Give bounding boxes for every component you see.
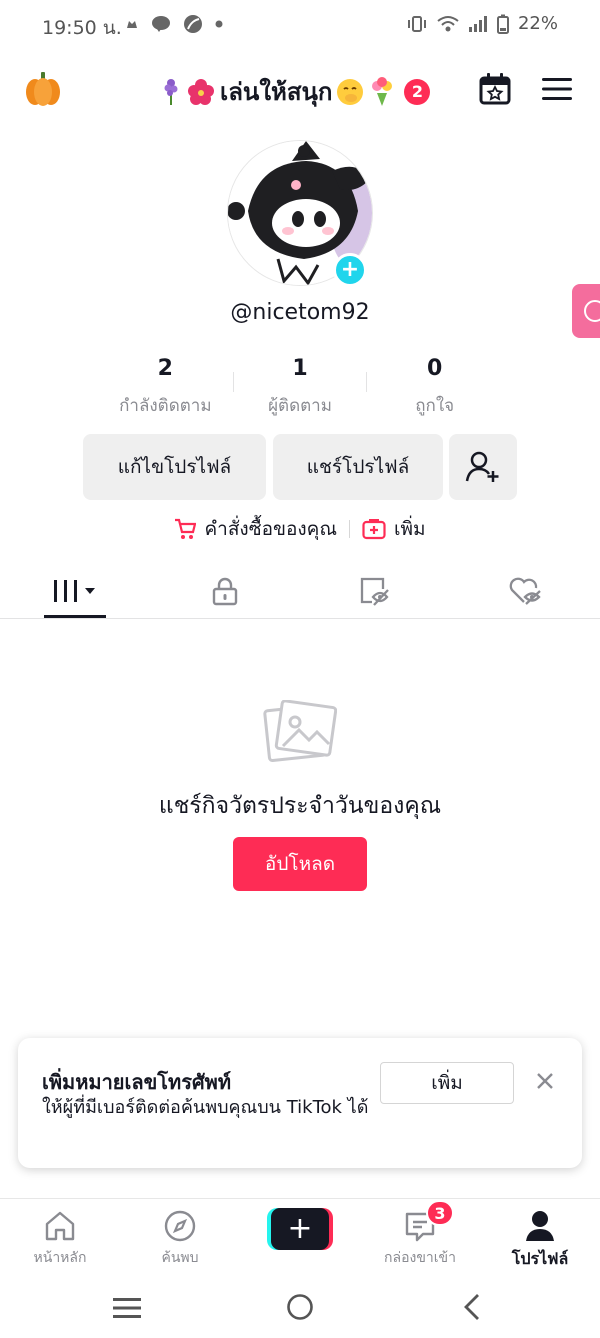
vibrate-icon [407, 15, 426, 32]
username: @nicetom92 [230, 300, 370, 325]
orders-link-label: คำสั่งซื้อของคุณ [204, 518, 338, 540]
nav-profile[interactable]: โปรไฟล์ [490, 1207, 590, 1272]
recent-apps-icon[interactable] [112, 1296, 142, 1320]
giggle-emoji-icon [337, 78, 364, 105]
header-title: เล่นให้สนุก [220, 78, 333, 106]
links-divider [349, 520, 351, 538]
status-notification-icons [125, 14, 223, 34]
calendar-star-icon[interactable] [478, 72, 512, 106]
stat-followers-label: ผู้ติดตาม [268, 396, 332, 416]
tab-reposts[interactable] [344, 564, 406, 618]
back-chevron-icon[interactable] [462, 1293, 482, 1321]
lock-icon [212, 577, 238, 606]
add-user-icon [465, 451, 499, 482]
compass-icon [164, 1210, 196, 1242]
line-app-icon [152, 16, 170, 32]
home-icon [45, 1211, 75, 1241]
close-icon[interactable] [534, 1070, 556, 1092]
bouquet-icon [372, 76, 393, 106]
status-bar: 19:50 น. 22% [0, 0, 600, 50]
edit-profile-button[interactable]: แก้ไขโปรไฟล์ [83, 434, 266, 500]
stat-followers-count: 1 [292, 356, 308, 381]
stat-divider [232, 372, 234, 392]
profile-icon [526, 1211, 554, 1241]
tab-liked[interactable] [494, 564, 556, 618]
status-time: 19:50 น. [42, 17, 122, 39]
avatar-add-button[interactable]: + [333, 253, 367, 287]
upload-button[interactable]: อัปโหลด [233, 837, 367, 891]
plus-icon: + [271, 1208, 329, 1250]
create-button[interactable]: + [267, 1208, 333, 1250]
lavender-flower-icon [164, 78, 178, 105]
stat-following[interactable]: 2 กำลังติดตาม [98, 356, 233, 416]
orders-link[interactable]: คำสั่งซื้อของคุณ [174, 514, 337, 544]
status-system-icons: 22% [406, 13, 558, 34]
inbox-badge: 3 [426, 1200, 454, 1226]
nav-home[interactable]: หน้าหลัก [10, 1207, 110, 1269]
menu-icon[interactable] [541, 76, 573, 102]
wifi-icon [437, 15, 459, 31]
tab-private[interactable] [194, 564, 256, 618]
hidden-post-icon [360, 577, 389, 606]
add-phone-title: เพิ่มหมายเลขโทรศัพท์ [42, 1070, 232, 1094]
stat-likes-count: 0 [427, 356, 443, 381]
battery-icon [496, 14, 509, 34]
videos-grid-icon [54, 580, 95, 602]
signal-icon [468, 15, 487, 32]
shopping-cart-icon [175, 518, 197, 539]
game-icon [127, 21, 137, 28]
header-title-group[interactable]: เล่นให้สนุก 2 [160, 72, 431, 111]
nav-inbox-label: กล่องขาเข้า [384, 1250, 456, 1266]
profile-header: เล่นให้สนุก 2 [0, 60, 600, 120]
add-friend-button[interactable] [449, 434, 517, 500]
profile-links: คำสั่งซื้อของคุณ เพิ่ม [0, 514, 600, 544]
hidden-heart-icon [509, 577, 541, 605]
add-link-label: เพิ่ม [394, 518, 426, 540]
plus-box-icon [362, 519, 386, 540]
profile-stats: 2 กำลังติดตาม 1 ผู้ติดตาม 0 ถูกใจ [98, 356, 502, 416]
add-phone-card: เพิ่มหมายเลขโทรศัพท์ ให้ผู้ที่มีเบอร์ติด… [18, 1038, 582, 1168]
stat-followers[interactable]: 1 ผู้ติดตาม [232, 356, 368, 416]
nav-home-label: หน้าหลัก [33, 1250, 87, 1266]
battery-percent: 22% [517, 13, 558, 34]
system-navigation-bar [0, 1280, 600, 1338]
pumpkin-icon[interactable] [24, 70, 62, 108]
stat-following-count: 2 [157, 356, 173, 381]
home-circle-icon[interactable] [286, 1293, 314, 1321]
add-phone-button[interactable]: เพิ่ม [380, 1062, 514, 1104]
nav-discover-label: ค้นพบ [161, 1250, 199, 1266]
stat-likes-label: ถูกใจ [415, 396, 455, 416]
nav-discover[interactable]: ค้นพบ [130, 1207, 230, 1269]
add-phone-description: ให้ผู้ที่มีเบอร์ติดต่อค้นพบคุณบน TikTok … [42, 1097, 369, 1118]
add-link[interactable]: เพิ่ม [362, 514, 426, 544]
bottom-navigation: หน้าหลัก ค้นพบ + กล่องขาเข้า โปรไฟล์ [0, 1198, 600, 1273]
share-profile-button[interactable]: แชร์โปรไฟล์ [273, 434, 443, 500]
header-notification-badge: 2 [404, 78, 431, 105]
tab-videos[interactable] [44, 564, 106, 618]
content-tabs [0, 564, 600, 619]
hibiscus-flower-icon [188, 78, 214, 105]
stat-likes[interactable]: 0 ถูกใจ [367, 356, 502, 416]
active-tab-indicator [44, 615, 106, 618]
side-tab-icon [584, 300, 600, 322]
stat-following-label: กำลังติดตาม [119, 396, 212, 416]
empty-state-message: แชร์กิจวัตรประจำวันของคุณ [158, 793, 442, 819]
side-floating-tab[interactable] [572, 284, 600, 338]
leaf-app-icon [184, 15, 202, 33]
image-placeholder-icon [263, 700, 337, 762]
dot-icon [215, 20, 223, 28]
nav-profile-label: โปรไฟล์ [511, 1249, 569, 1268]
nav-inbox[interactable]: กล่องขาเข้า [370, 1207, 470, 1269]
